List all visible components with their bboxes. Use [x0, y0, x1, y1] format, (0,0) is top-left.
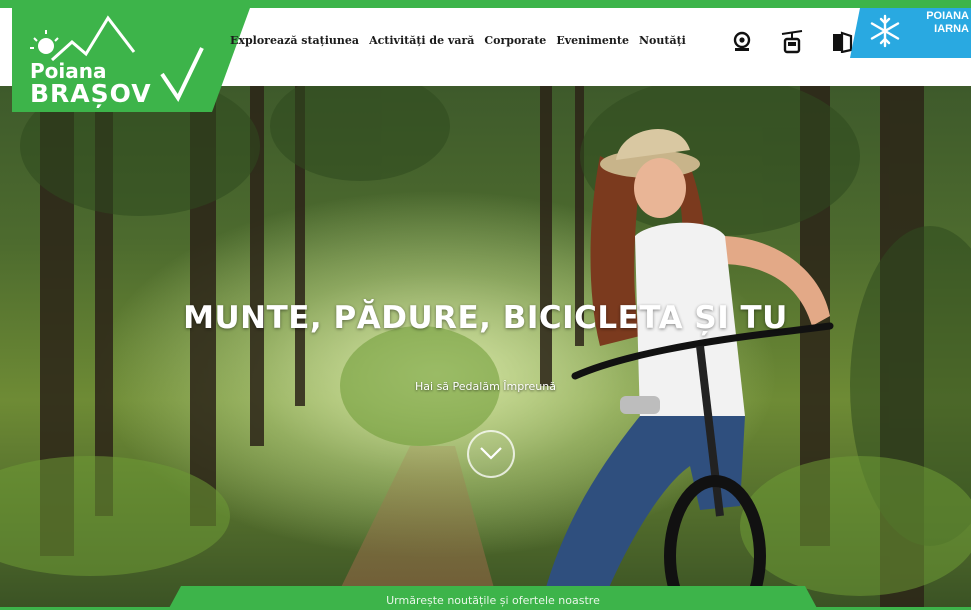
- nav-item-activitati[interactable]: Activități de vară: [369, 34, 474, 47]
- nav-item-noutati[interactable]: Noutăți: [639, 34, 686, 47]
- winter-link-line2: IARNA: [934, 23, 969, 35]
- top-accent-bar: [0, 0, 971, 8]
- main-nav: Explorează stațiunea Activități de vară …: [230, 34, 686, 47]
- hero-section: MUNTE, PĂDURE, BICICLETA ȘI TU Hai să Pe…: [0, 86, 971, 610]
- hero-background-image: [0, 86, 971, 610]
- poiana-brasov-logo[interactable]: Poiana BRAȘOV: [12, 8, 258, 112]
- logo-text-line2: BRAȘOV: [30, 79, 152, 108]
- webcam-icon[interactable]: [730, 30, 754, 54]
- nav-item-exploreaza[interactable]: Explorează stațiunea: [230, 34, 359, 47]
- newsletter-tab-label: Urmărește noutățile și ofertele noastre: [386, 594, 600, 607]
- nav-item-evenimente[interactable]: Evenimente: [556, 34, 629, 47]
- snowflake-icon: [868, 14, 902, 52]
- nav-item-corporate[interactable]: Corporate: [484, 34, 546, 47]
- winter-link-line1: POIANA: [926, 10, 969, 22]
- utility-icons: [730, 30, 854, 54]
- page: Poiana BRAȘOV Explorează stațiunea Activ…: [0, 0, 971, 610]
- scroll-down-button[interactable]: [467, 430, 515, 478]
- hero-subtitle: Hai să Pedalăm Împreună: [415, 380, 556, 393]
- hero-title: MUNTE, PĂDURE, BICICLETA ȘI TU: [183, 300, 788, 336]
- winter-link-text: POIANA IARNA: [926, 10, 969, 36]
- newsletter-tab[interactable]: Urmărește noutățile și ofertele noastre: [168, 586, 818, 610]
- chevron-down-icon: [479, 445, 503, 464]
- winter-site-link[interactable]: POIANA IARNA: [850, 8, 971, 58]
- cable-car-icon[interactable]: [780, 30, 804, 54]
- logo-graphic: Poiana BRAȘOV: [12, 8, 250, 112]
